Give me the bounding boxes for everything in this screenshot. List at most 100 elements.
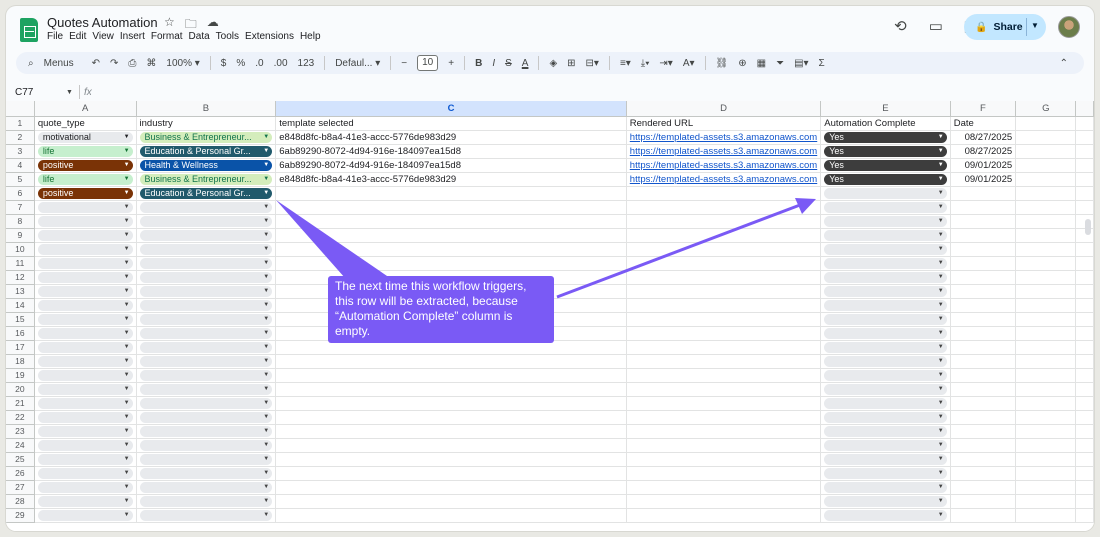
dropdown-arrow-icon[interactable]: ▼ [124, 370, 130, 381]
template-cell[interactable] [275, 186, 627, 201]
automation-complete-cell[interactable]: ▼ [820, 424, 951, 439]
template-cell[interactable] [275, 480, 627, 495]
row-number[interactable]: 26 [6, 466, 35, 481]
template-cell[interactable] [275, 410, 627, 425]
template-cell[interactable] [275, 424, 627, 439]
automation-complete-dropdown[interactable]: ▼ [824, 299, 947, 311]
industry-cell[interactable]: Education & Personal Gr... ▼ [136, 186, 277, 201]
filter-views-icon[interactable]: ▤▾ [794, 58, 808, 69]
cell[interactable] [1015, 270, 1077, 285]
avatar[interactable] [1058, 16, 1080, 38]
industry-cell[interactable]: ▼ [136, 438, 277, 453]
automation-complete-cell[interactable]: ▼ [820, 382, 951, 397]
cell[interactable] [1075, 424, 1094, 439]
paint-format-icon[interactable]: ⌘ [146, 58, 156, 69]
industry-cell[interactable]: ▼ [136, 368, 277, 383]
quote-type-cell[interactable]: ▼ [34, 466, 137, 481]
cell[interactable] [1015, 494, 1077, 509]
industry-cell[interactable]: ▼ [136, 424, 277, 439]
quote-type-dropdown[interactable]: ▼ [37, 425, 133, 437]
dropdown-arrow-icon[interactable]: ▼ [938, 300, 944, 311]
font-size-decrease-icon[interactable]: − [401, 58, 407, 69]
cell[interactable] [1075, 256, 1094, 271]
dropdown-arrow-icon[interactable]: ▼ [938, 454, 944, 465]
cell[interactable] [1075, 186, 1094, 201]
date-cell[interactable] [950, 438, 1017, 453]
header-cell[interactable]: quote_type [34, 116, 137, 131]
url-cell[interactable]: https://templated-assets.s3.amazonaws.co… [626, 130, 822, 145]
font-select[interactable]: Defaul... ▾ [335, 58, 380, 69]
automation-complete-cell[interactable]: Yes ▼ [820, 172, 951, 187]
industry-cell[interactable]: Business & Entrepreneur... ▼ [136, 172, 277, 187]
cell[interactable] [1015, 312, 1077, 327]
strikethrough-button[interactable]: S [505, 58, 512, 69]
industry-cell[interactable]: ▼ [136, 298, 277, 313]
automation-complete-cell[interactable]: ▼ [820, 228, 951, 243]
automation-complete-cell[interactable]: ▼ [820, 396, 951, 411]
cell[interactable] [1075, 410, 1094, 425]
url-cell[interactable] [626, 228, 822, 243]
cell[interactable] [1015, 130, 1077, 145]
cell[interactable] [1015, 354, 1077, 369]
industry-dropdown[interactable]: ▼ [139, 495, 273, 507]
automation-complete-cell[interactable]: Yes ▼ [820, 158, 951, 173]
dropdown-arrow-icon[interactable]: ▼ [263, 216, 269, 227]
row-number[interactable]: 28 [6, 494, 35, 509]
bold-button[interactable]: B [475, 58, 482, 69]
automation-complete-cell[interactable]: ▼ [820, 508, 951, 523]
quote-type-cell[interactable]: ▼ [34, 424, 137, 439]
quote-type-cell[interactable]: ▼ [34, 368, 137, 383]
quote-type-dropdown[interactable]: ▼ [37, 495, 133, 507]
dropdown-arrow-icon[interactable]: ▼ [124, 482, 130, 493]
header-cell[interactable]: template selected [275, 116, 627, 131]
borders-icon[interactable]: ⊞ [567, 58, 575, 69]
automation-complete-cell[interactable]: ▼ [820, 186, 951, 201]
cell[interactable] [1015, 508, 1077, 523]
cell[interactable] [1075, 508, 1094, 523]
industry-dropdown[interactable]: Education & Personal Gr... ▼ [139, 187, 273, 199]
date-cell[interactable]: 09/01/2025 [950, 172, 1017, 187]
row-number[interactable]: 1 [6, 116, 35, 131]
quote-type-cell[interactable]: ▼ [34, 494, 137, 509]
template-cell[interactable]: e848d8fc-b8a4-41e3-accc-5776de983d29 [275, 130, 627, 145]
quote-type-dropdown[interactable]: ▼ [37, 299, 133, 311]
dropdown-arrow-icon[interactable]: ▼ [124, 314, 130, 325]
dropdown-arrow-icon[interactable]: ▼ [263, 314, 269, 325]
dropdown-arrow-icon[interactable]: ▼ [263, 356, 269, 367]
text-rotation-icon[interactable]: A▾ [683, 58, 695, 69]
industry-cell[interactable]: ▼ [136, 340, 277, 355]
align-vertical-icon[interactable]: ⤓▾ [641, 58, 650, 69]
industry-cell[interactable]: ▼ [136, 410, 277, 425]
insert-chart-icon[interactable]: ▦ [757, 58, 766, 69]
date-cell[interactable] [950, 424, 1017, 439]
row-number[interactable]: 14 [6, 298, 35, 313]
quote-type-cell[interactable]: ▼ [34, 480, 137, 495]
cell[interactable] [1075, 480, 1094, 495]
currency-button[interactable]: $ [221, 58, 227, 69]
industry-cell[interactable]: ▼ [136, 354, 277, 369]
quote-type-cell[interactable]: motivational ▼ [34, 130, 137, 145]
industry-cell[interactable]: Health & Wellness ▼ [136, 158, 277, 173]
url-cell[interactable] [626, 256, 822, 271]
url-cell[interactable] [626, 466, 822, 481]
menu-format[interactable]: Format [151, 31, 189, 42]
automation-complete-cell[interactable]: ▼ [820, 466, 951, 481]
row-number[interactable]: 3 [6, 144, 35, 159]
quote-type-dropdown[interactable]: ▼ [37, 467, 133, 479]
cell[interactable] [1075, 298, 1094, 313]
quote-type-cell[interactable]: positive ▼ [34, 186, 137, 201]
dropdown-arrow-icon[interactable]: ▼ [124, 412, 130, 423]
functions-icon[interactable]: Σ [819, 58, 825, 69]
date-cell[interactable] [950, 214, 1017, 229]
dropdown-arrow-icon[interactable]: ▼ [124, 342, 130, 353]
select-all-corner[interactable] [6, 101, 35, 117]
url-cell[interactable] [626, 214, 822, 229]
url-cell[interactable] [626, 354, 822, 369]
cell[interactable] [1015, 368, 1077, 383]
industry-cell[interactable]: ▼ [136, 494, 277, 509]
menus-search[interactable]: Menus [44, 58, 74, 69]
dropdown-arrow-icon[interactable]: ▼ [124, 230, 130, 241]
url-cell[interactable] [626, 438, 822, 453]
column-header-b[interactable]: B [136, 101, 277, 117]
quote-type-dropdown[interactable]: ▼ [37, 313, 133, 325]
